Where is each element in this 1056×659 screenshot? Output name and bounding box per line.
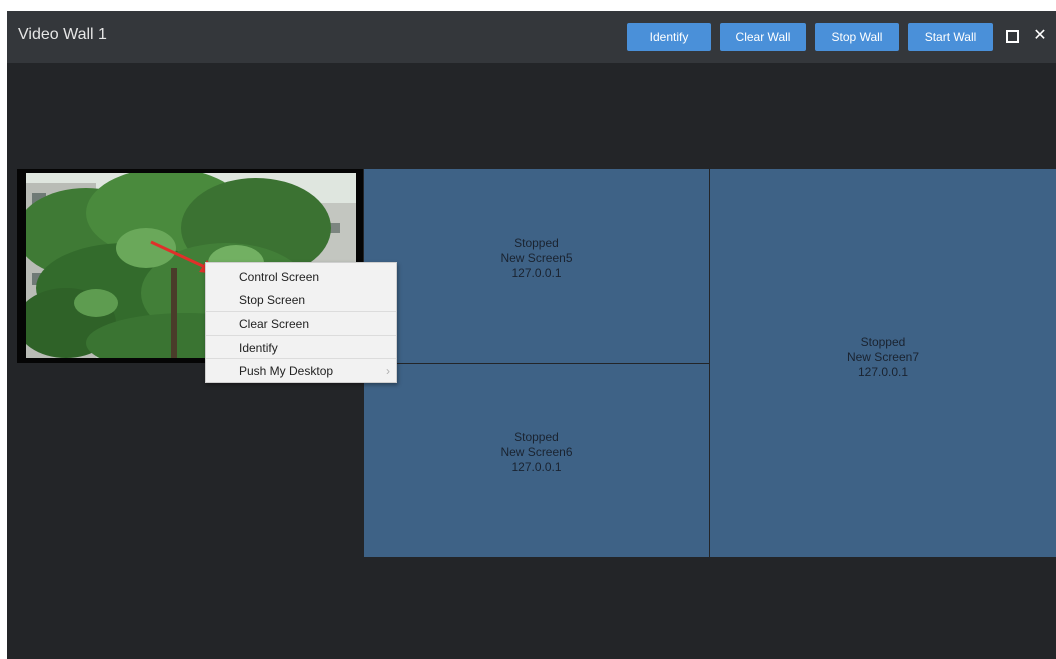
title-bar: Video Wall 1 Identify Clear Wall Stop Wa… [7, 11, 1056, 63]
screen-name: New Screen5 [500, 250, 573, 265]
stop-wall-button[interactable]: Stop Wall [815, 23, 899, 51]
start-wall-button[interactable]: Start Wall [908, 23, 993, 51]
screen-tile-7[interactable]: Stopped New Screen7 127.0.0.1 [710, 169, 1056, 557]
identify-button[interactable]: Identify [627, 23, 711, 51]
screen-name: New Screen7 [846, 349, 920, 364]
menu-item-label: Control Screen [239, 270, 320, 284]
screen-tile-6[interactable]: Stopped New Screen6 127.0.0.1 [364, 364, 709, 557]
menu-item-label: Push My Desktop [239, 364, 334, 378]
menu-item-control-screen[interactable]: Control Screen [206, 265, 396, 289]
screen-status: Stopped [860, 334, 906, 349]
screen-info: Stopped New Screen7 127.0.0.1 [847, 335, 919, 380]
screen-ip: 127.0.0.1 [511, 460, 562, 474]
close-icon[interactable]: ✕ [1029, 24, 1051, 48]
menu-item-identify[interactable]: Identify [206, 335, 396, 359]
menu-item-stop-screen[interactable]: Stop Screen [206, 288, 396, 312]
menu-item-label: Stop Screen [239, 293, 306, 307]
screen-ip: 127.0.0.1 [857, 364, 909, 379]
menu-item-label: Clear Screen [239, 317, 310, 331]
chevron-right-icon: › [386, 364, 390, 378]
window-title: Video Wall 1 [18, 26, 107, 43]
screen-status: Stopped [514, 235, 559, 250]
screen-ip: 127.0.0.1 [511, 265, 562, 280]
screen-info: Stopped New Screen6 127.0.0.1 [500, 430, 572, 475]
screen-status: Stopped [514, 430, 559, 444]
screen-tile-5[interactable]: Stopped New Screen5 127.0.0.1 [364, 169, 709, 363]
video-wall-window: Video Wall 1 Identify Clear Wall Stop Wa… [7, 11, 1056, 659]
menu-item-label: Identify [239, 341, 278, 355]
menu-item-push-my-desktop[interactable]: Push My Desktop › [206, 358, 396, 382]
screen-name: New Screen6 [500, 445, 573, 459]
clear-wall-button[interactable]: Clear Wall [720, 23, 806, 51]
context-menu: Control Screen Stop Screen Clear Screen … [205, 262, 397, 383]
maximize-icon[interactable] [1001, 24, 1023, 48]
screen-info: Stopped New Screen5 127.0.0.1 [500, 236, 572, 281]
maximize-box [1005, 29, 1019, 43]
menu-item-clear-screen[interactable]: Clear Screen [206, 311, 396, 335]
